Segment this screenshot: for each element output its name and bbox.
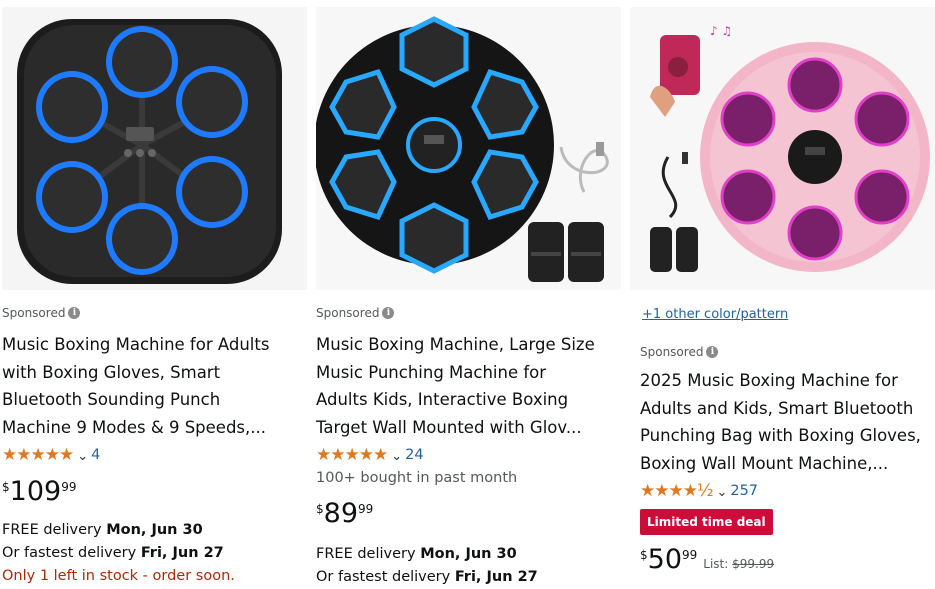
delivery-line: FREE delivery Mon, Jun 30 [2, 522, 203, 538]
chevron-down-icon[interactable]: ⌄ [716, 485, 727, 500]
boxing-machine-black-image [2, 7, 307, 290]
rating-row[interactable]: ★★★★★ ⌄ 24 [316, 443, 621, 467]
limited-time-deal-badge: Limited time deal [640, 509, 773, 535]
star-icon: ★★★★★ [316, 445, 388, 465]
review-count-link[interactable]: 257 [730, 483, 758, 499]
stock-note: Only 1 left in stock - order soon. [2, 568, 235, 584]
bought-in-past-month: 100+ bought in past month [316, 470, 518, 486]
svg-text:♪ ♫: ♪ ♫ [710, 24, 732, 38]
info-icon[interactable]: i [382, 307, 395, 319]
boxing-machine-pink-image: ♪ ♫ [630, 7, 935, 290]
fastest-delivery-line: Or fastest delivery Fri, Jun 27 [316, 569, 538, 585]
product-image[interactable] [2, 7, 307, 290]
sponsored-label: Sponsored i [640, 343, 935, 361]
price: $ 109 99 [2, 476, 77, 507]
rating-row[interactable]: ★★★★½ ⌄ 257 [640, 479, 935, 503]
review-count-link[interactable]: 4 [91, 447, 100, 463]
star-icon: ★★★★½ [640, 481, 713, 501]
product-title[interactable]: 2025 Music Boxing Machine for Adults and… [640, 367, 935, 477]
price: $ 89 99 [316, 498, 374, 529]
product-title[interactable]: Music Boxing Machine for Adults with Box… [2, 331, 307, 441]
fastest-delivery-line: Or fastest delivery Fri, Jun 27 [2, 545, 224, 561]
product-image[interactable]: ♪ ♫ [630, 7, 935, 290]
star-icon: ★★★★★ [2, 445, 74, 465]
product-card[interactable]: Sponsored i Music Boxing Machine for Adu… [2, 7, 307, 589]
chevron-down-icon[interactable]: ⌄ [77, 449, 88, 464]
price: $ 50 99 List: $99.99 [640, 544, 775, 575]
product-title[interactable]: Music Boxing Machine, Large Size Music P… [316, 331, 621, 441]
rating-row[interactable]: ★★★★★ ⌄ 4 [2, 443, 307, 467]
product-card[interactable]: Sponsored i Music Boxing Machine, Large … [316, 7, 621, 589]
sponsored-label: Sponsored i [2, 304, 307, 322]
chevron-down-icon[interactable]: ⌄ [391, 449, 402, 464]
info-icon[interactable]: i [68, 307, 81, 319]
product-image[interactable] [316, 7, 621, 290]
boxing-machine-hexagon-image [316, 7, 621, 290]
color-option-link[interactable]: +1 other color/pattern [642, 307, 935, 327]
review-count-link[interactable]: 24 [405, 447, 423, 463]
info-icon[interactable]: i [706, 346, 719, 358]
product-card[interactable]: ♪ ♫ +1 other color/pattern Sponsored i 2… [630, 7, 935, 589]
sponsored-label: Sponsored i [316, 304, 621, 322]
delivery-line: FREE delivery Mon, Jun 30 [316, 546, 517, 562]
list-price: List: $99.99 [703, 557, 775, 571]
